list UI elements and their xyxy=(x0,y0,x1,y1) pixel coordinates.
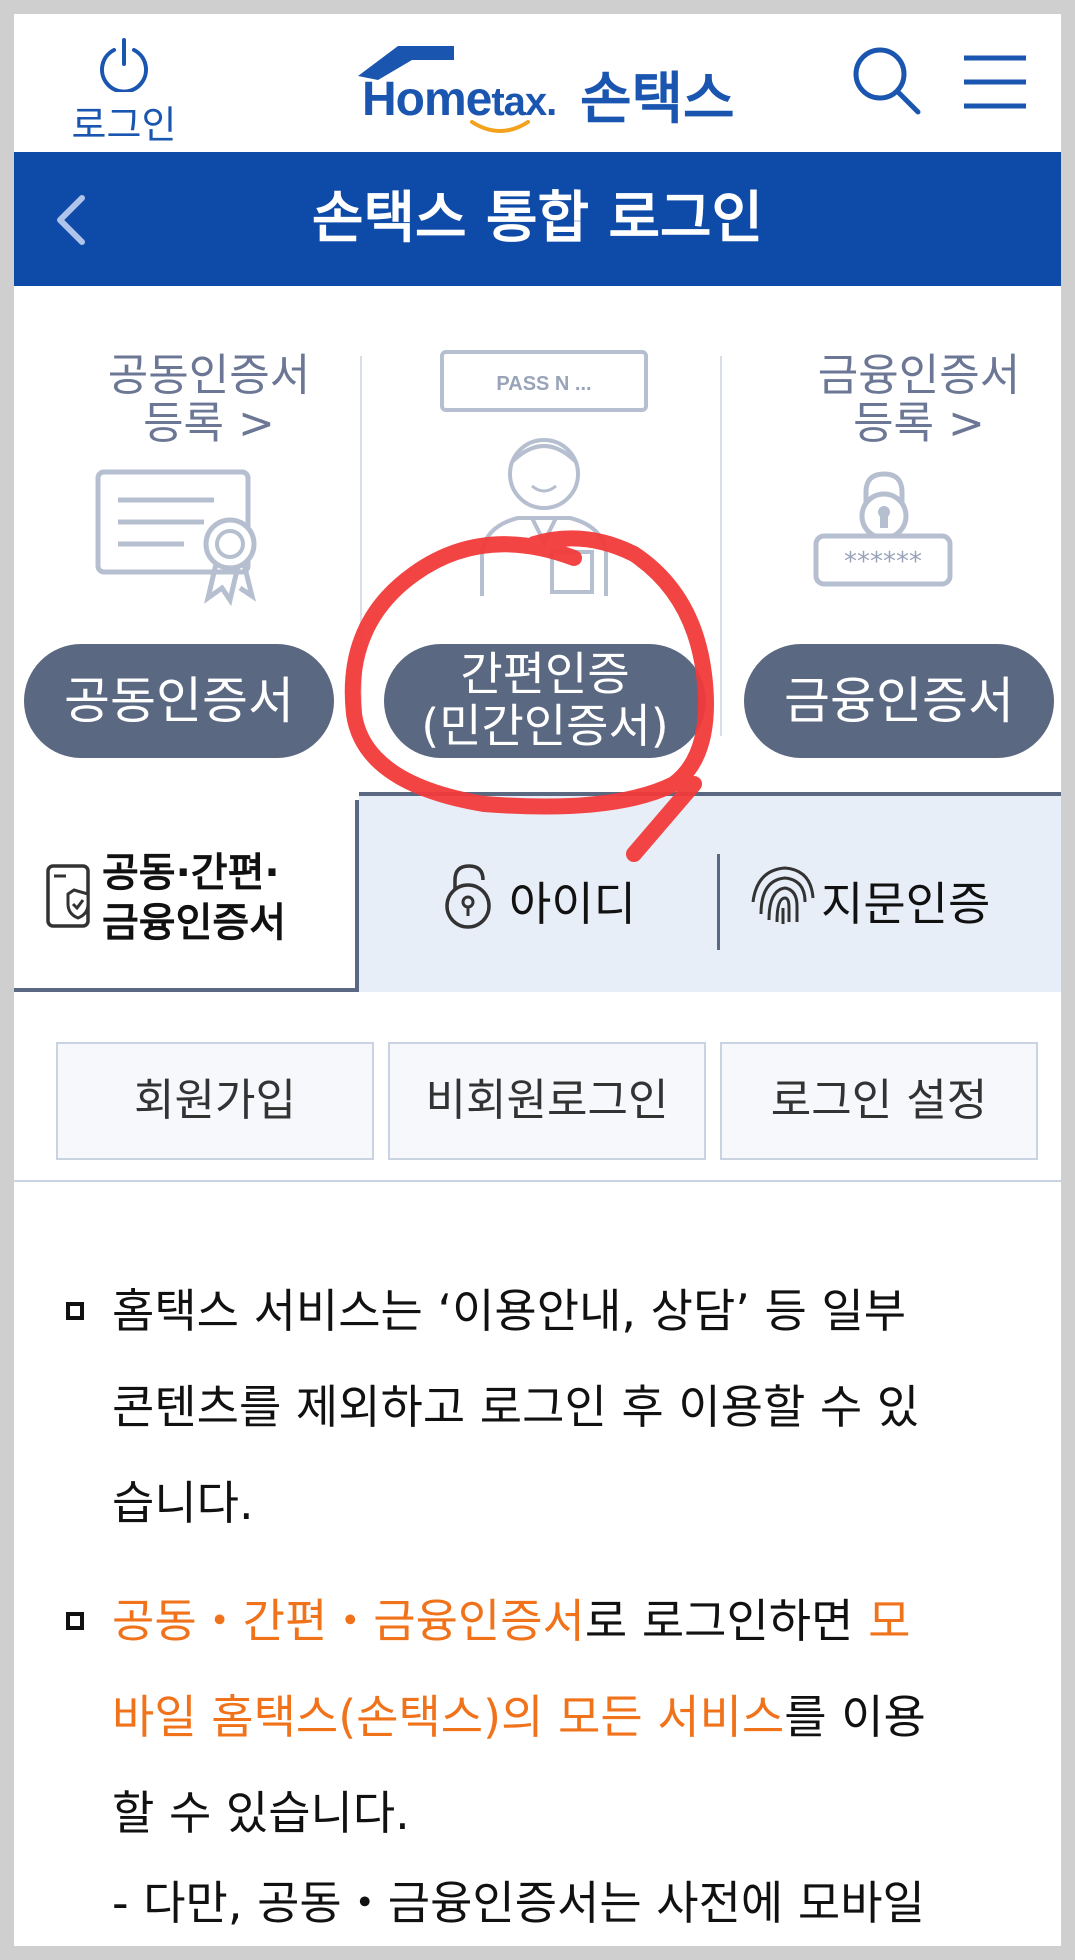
finance-cert-button[interactable]: 금융인증서 xyxy=(744,644,1054,758)
logo-sontax-text: 손택스 xyxy=(580,67,735,132)
joint-cert-register-link[interactable]: 공동인증서 등록 > xyxy=(84,352,334,448)
tab-certificate[interactable]: 공동·간편· 금융인증서 xyxy=(14,800,359,992)
notice-item: 공동・간편・금융인증서로 로그인하면 모 바일 홈택스(손택스)의 모든 서비스… xyxy=(66,1582,1046,1946)
fingerprint-icon xyxy=(751,866,815,924)
login-method-tabs: 아이디 지문인증 공동·간편· 금융인증서 xyxy=(14,792,1061,992)
tab-separator xyxy=(717,854,720,950)
simple-auth-illustration: PASS N ... xyxy=(440,350,648,596)
certificate-icon xyxy=(95,469,257,606)
phone-shield-icon xyxy=(46,864,90,928)
lock-icon xyxy=(445,864,491,929)
column-divider xyxy=(360,356,362,736)
hamburger-menu-icon xyxy=(964,55,1026,109)
nonmember-login-button[interactable]: 비회원로그인 xyxy=(388,1042,706,1160)
finance-cert-register-link[interactable]: 금융인증서 등록 > xyxy=(794,352,1044,448)
notice-text: 홈택스 서비스는 ‘이용안내, 상담’ 등 일부 콘텐츠를 제외하고 로그인 후… xyxy=(112,1284,920,1530)
page-title: 손택스 통합 로그인 xyxy=(311,186,764,251)
svg-text:******: ****** xyxy=(844,547,922,577)
menu-button[interactable] xyxy=(960,50,1030,114)
tab-certificate-label: 공동·간편· 금융인증서 xyxy=(102,850,286,946)
joint-cert-button[interactable]: 공동인증서 xyxy=(24,644,334,758)
lock-password-icon: ****** xyxy=(813,471,953,587)
inactive-tabs-area: 아이디 지문인증 xyxy=(359,792,1061,992)
bullet-square xyxy=(66,1612,84,1630)
tab-fingerprint[interactable]: 지문인증 xyxy=(721,796,1061,992)
login-label: 로그인 xyxy=(71,103,177,147)
tab-fingerprint-label: 지문인증 xyxy=(821,877,991,931)
tab-id-login[interactable]: 아이디 xyxy=(359,796,715,992)
hometax-logo[interactable]: Hometax. 손택스 xyxy=(352,32,752,142)
app-header: 로그인 Hometax. 손택스 xyxy=(14,14,1061,152)
logo-home-text: Hometax. xyxy=(362,73,557,126)
search-icon xyxy=(853,47,921,115)
certificate-options: 공동인증서 등록 > 공동인증서 PASS N ... 간편인증 (민간인증서)… xyxy=(14,286,1061,806)
column-divider xyxy=(720,356,722,736)
notice-item: 홈택스 서비스는 ‘이용안내, 상담’ 등 일부 콘텐츠를 제외하고 로그인 후… xyxy=(66,1272,1046,1530)
phone-screen: 로그인 Hometax. 손택스 손택스 통합 로그인 공동인증서 등록 > 공… xyxy=(14,14,1061,1946)
title-bar: 손택스 통합 로그인 xyxy=(14,152,1061,286)
bullet-square xyxy=(66,1302,84,1320)
login-settings-button[interactable]: 로그인 설정 xyxy=(720,1042,1038,1160)
notice-text: 공동・간편・금융인증서로 로그인하면 모 바일 홈택스(손택스)의 모든 서비스… xyxy=(112,1594,926,1930)
power-icon xyxy=(100,38,148,92)
search-button[interactable] xyxy=(850,44,924,118)
tab-id-label: 아이디 xyxy=(509,877,636,931)
login-button[interactable]: 로그인 xyxy=(54,28,194,147)
logo-smile-icon xyxy=(470,120,530,133)
join-button[interactable]: 회원가입 xyxy=(56,1042,374,1160)
svg-text:PASS N ...: PASS N ... xyxy=(496,373,591,395)
simple-auth-button[interactable]: 간편인증 (민간인증서) xyxy=(384,644,706,758)
account-actions: 회원가입 비회원로그인 로그인 설정 xyxy=(14,992,1061,1182)
